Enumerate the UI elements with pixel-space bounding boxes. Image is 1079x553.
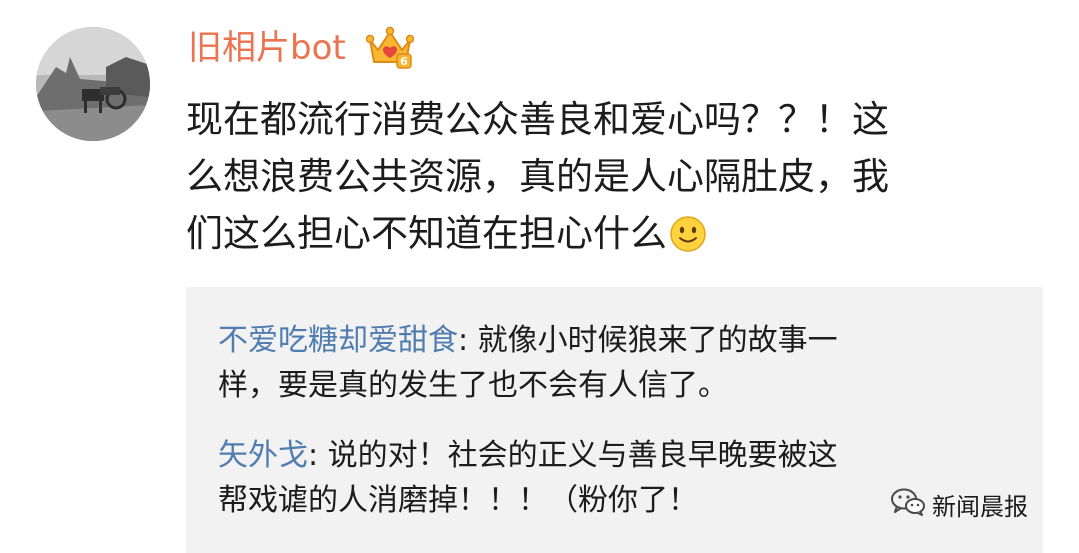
reply-text: : 就像小时候狼来了的故事一 <box>458 323 838 358</box>
reply-username[interactable]: 矢外戈 <box>218 438 308 473</box>
comment-line: 么想浪费公共资源，真的是人心隔肚皮，我 <box>186 155 889 198</box>
svg-text:6: 6 <box>400 55 408 68</box>
comment-line: 们这么担心不知道在担心什么 <box>186 205 1046 262</box>
comment-line: 现在都流行消费公众善良和爱心吗？？！这 <box>186 98 889 141</box>
reply-line: 样，要是真的发生了也不会有人信了。 <box>218 368 728 403</box>
smile-emoji-icon <box>669 212 707 252</box>
username[interactable]: 旧相片bot <box>188 24 346 72</box>
avatar[interactable] <box>36 27 150 141</box>
reply-line: 不爱吃糖却爱甜食: 就像小时候狼来了的故事一 <box>218 318 1018 363</box>
reply-text: : 说的对！社会的正义与善良早晚要被这 <box>308 438 838 473</box>
watermark: 新闻晨报 <box>890 486 1028 522</box>
avatar-photo <box>36 27 150 141</box>
reply-username[interactable]: 不爱吃糖却爱甜食 <box>218 323 458 358</box>
reply-item: 不爱吃糖却爱甜食: 就像小时候狼来了的故事一 样，要是真的发生了也不会有人信了。 <box>218 318 1018 408</box>
comment-body: 现在都流行消费公众善良和爱心吗？？！这 么想浪费公共资源，真的是人心隔肚皮，我 … <box>186 91 1046 262</box>
watermark-text: 新闻晨报 <box>932 492 1028 521</box>
comment-line-text: 们这么担心不知道在担心什么 <box>186 212 667 255</box>
wechat-icon <box>890 487 926 521</box>
comment-card: 旧相片bot 6 现在都流行消费公众善良和爱心吗？？！这 么想浪费公共资源，真的… <box>0 0 1079 553</box>
crown-badge-icon: 6 <box>365 26 415 70</box>
reply-line: 矢外戈: 说的对！社会的正义与善良早晚要被这 <box>218 433 1018 478</box>
